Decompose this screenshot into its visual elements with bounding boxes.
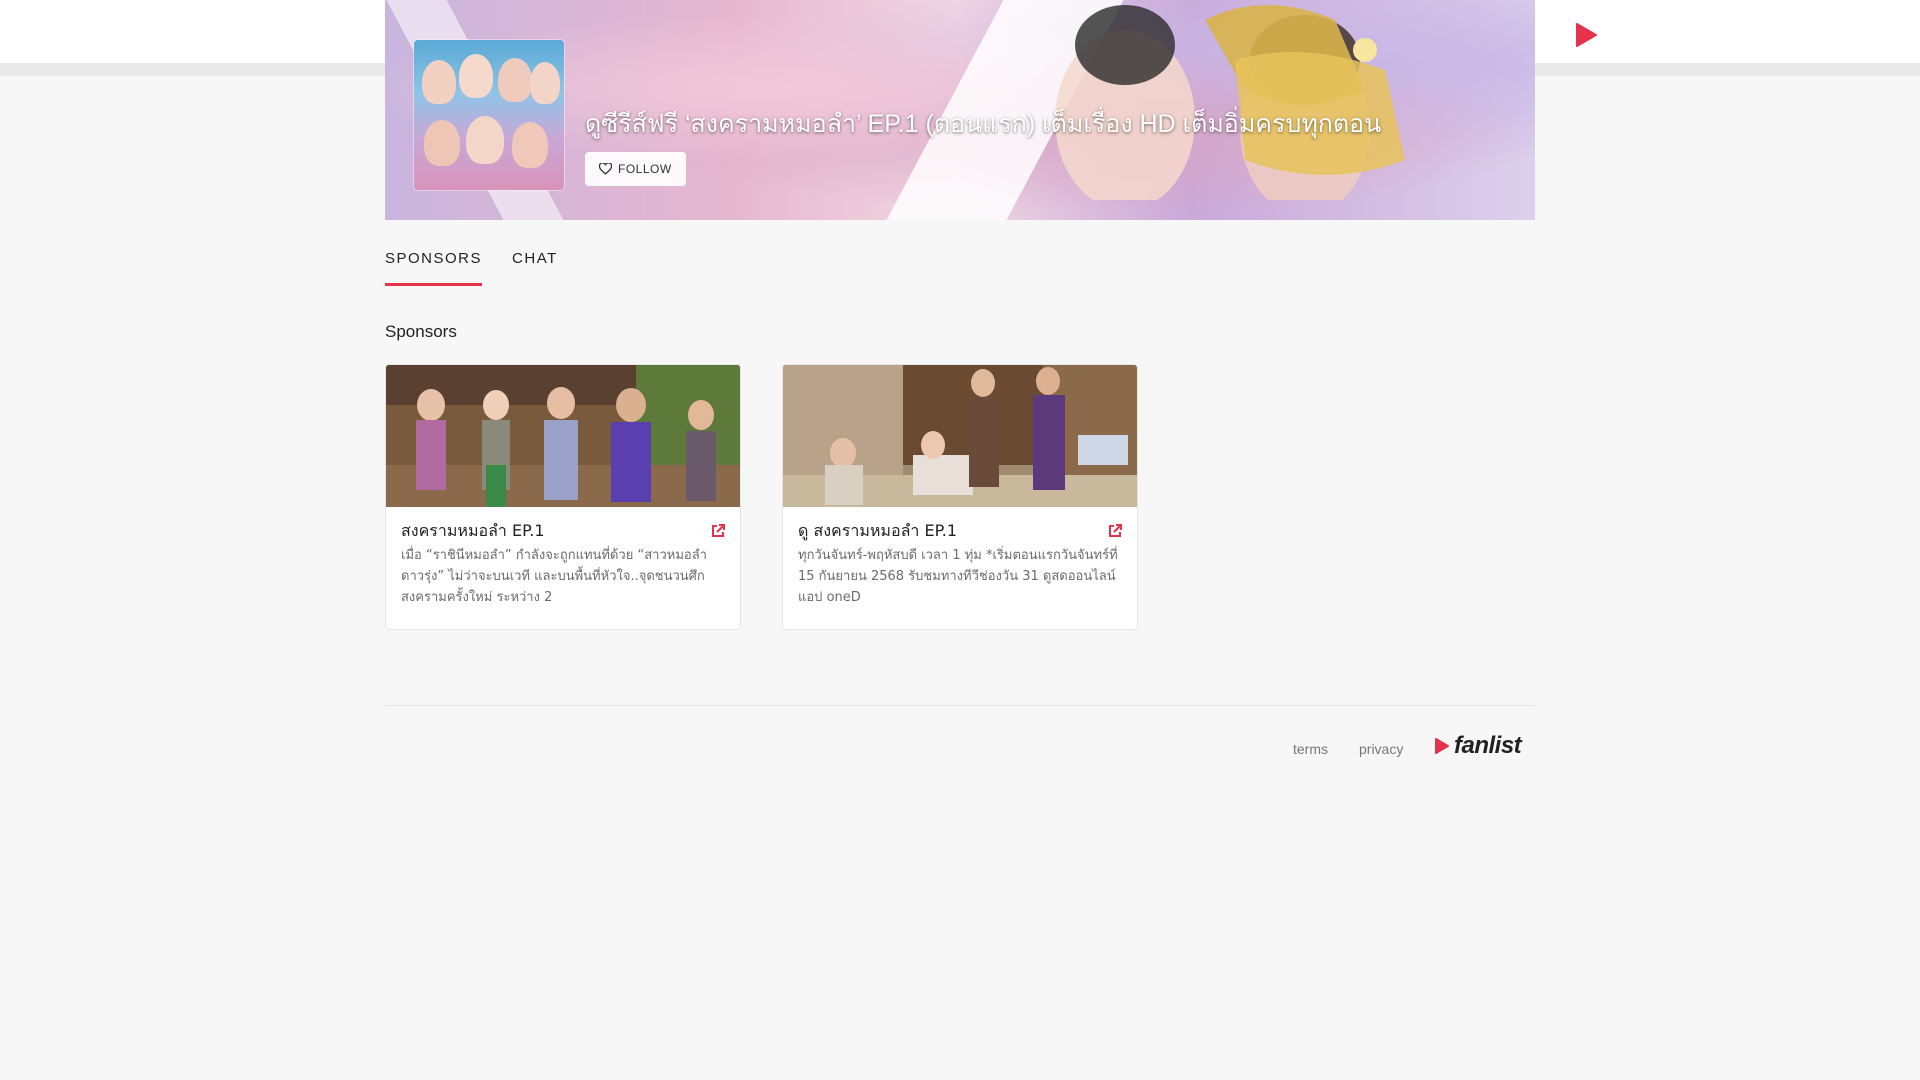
sponsor-card-title[interactable]: สงครามหมอลำ EP.1 xyxy=(401,519,545,544)
sponsor-card-description: เมื่อ “ราชินีหมอลำ” กำลังจะถูกแทนที่ด้วย… xyxy=(401,548,707,605)
heart-icon xyxy=(599,163,612,175)
tab-bar: SPONSORS CHAT xyxy=(385,250,558,286)
play-icon xyxy=(1435,738,1449,754)
sponsor-card-image xyxy=(386,365,740,507)
sponsor-card[interactable]: ดู สงครามหมอลำ EP.1 ทุกวันจันทร์-พฤหัสบด… xyxy=(782,364,1138,630)
terms-link[interactable]: terms xyxy=(1293,741,1328,757)
page-title: ดูซีรีส์ฟรี ‘สงครามหมอลำ’ EP.1 (ตอนแรก) … xyxy=(585,110,1382,138)
external-link-icon[interactable] xyxy=(1107,523,1123,539)
follow-button[interactable]: FOLLOW xyxy=(585,152,686,186)
privacy-link[interactable]: privacy xyxy=(1359,741,1403,757)
play-icon[interactable] xyxy=(1572,22,1598,48)
brand-name: fanlist xyxy=(1454,732,1522,759)
banner-artwork xyxy=(1055,5,1405,200)
tab-chat[interactable]: CHAT xyxy=(512,250,558,286)
show-thumbnail xyxy=(414,40,564,190)
sponsor-card-description: ทุกวันจันทร์-พฤหัสบดี เวลา 1 ทุ่ม *เริ่ม… xyxy=(798,548,1118,605)
sponsor-card-image xyxy=(783,365,1137,507)
tab-sponsors[interactable]: SPONSORS xyxy=(385,250,483,286)
follow-label: FOLLOW xyxy=(618,162,672,176)
external-link-icon[interactable] xyxy=(710,523,726,539)
sponsor-card-title[interactable]: ดู สงครามหมอลำ EP.1 xyxy=(798,519,957,544)
fanlist-logo[interactable]: fanlist xyxy=(1434,732,1522,760)
section-heading: Sponsors xyxy=(385,322,457,341)
sponsor-card[interactable]: สงครามหมอลำ EP.1 เมื่อ “ราชินีหมอลำ” กำล… xyxy=(385,364,741,630)
footer-divider xyxy=(385,705,1535,706)
